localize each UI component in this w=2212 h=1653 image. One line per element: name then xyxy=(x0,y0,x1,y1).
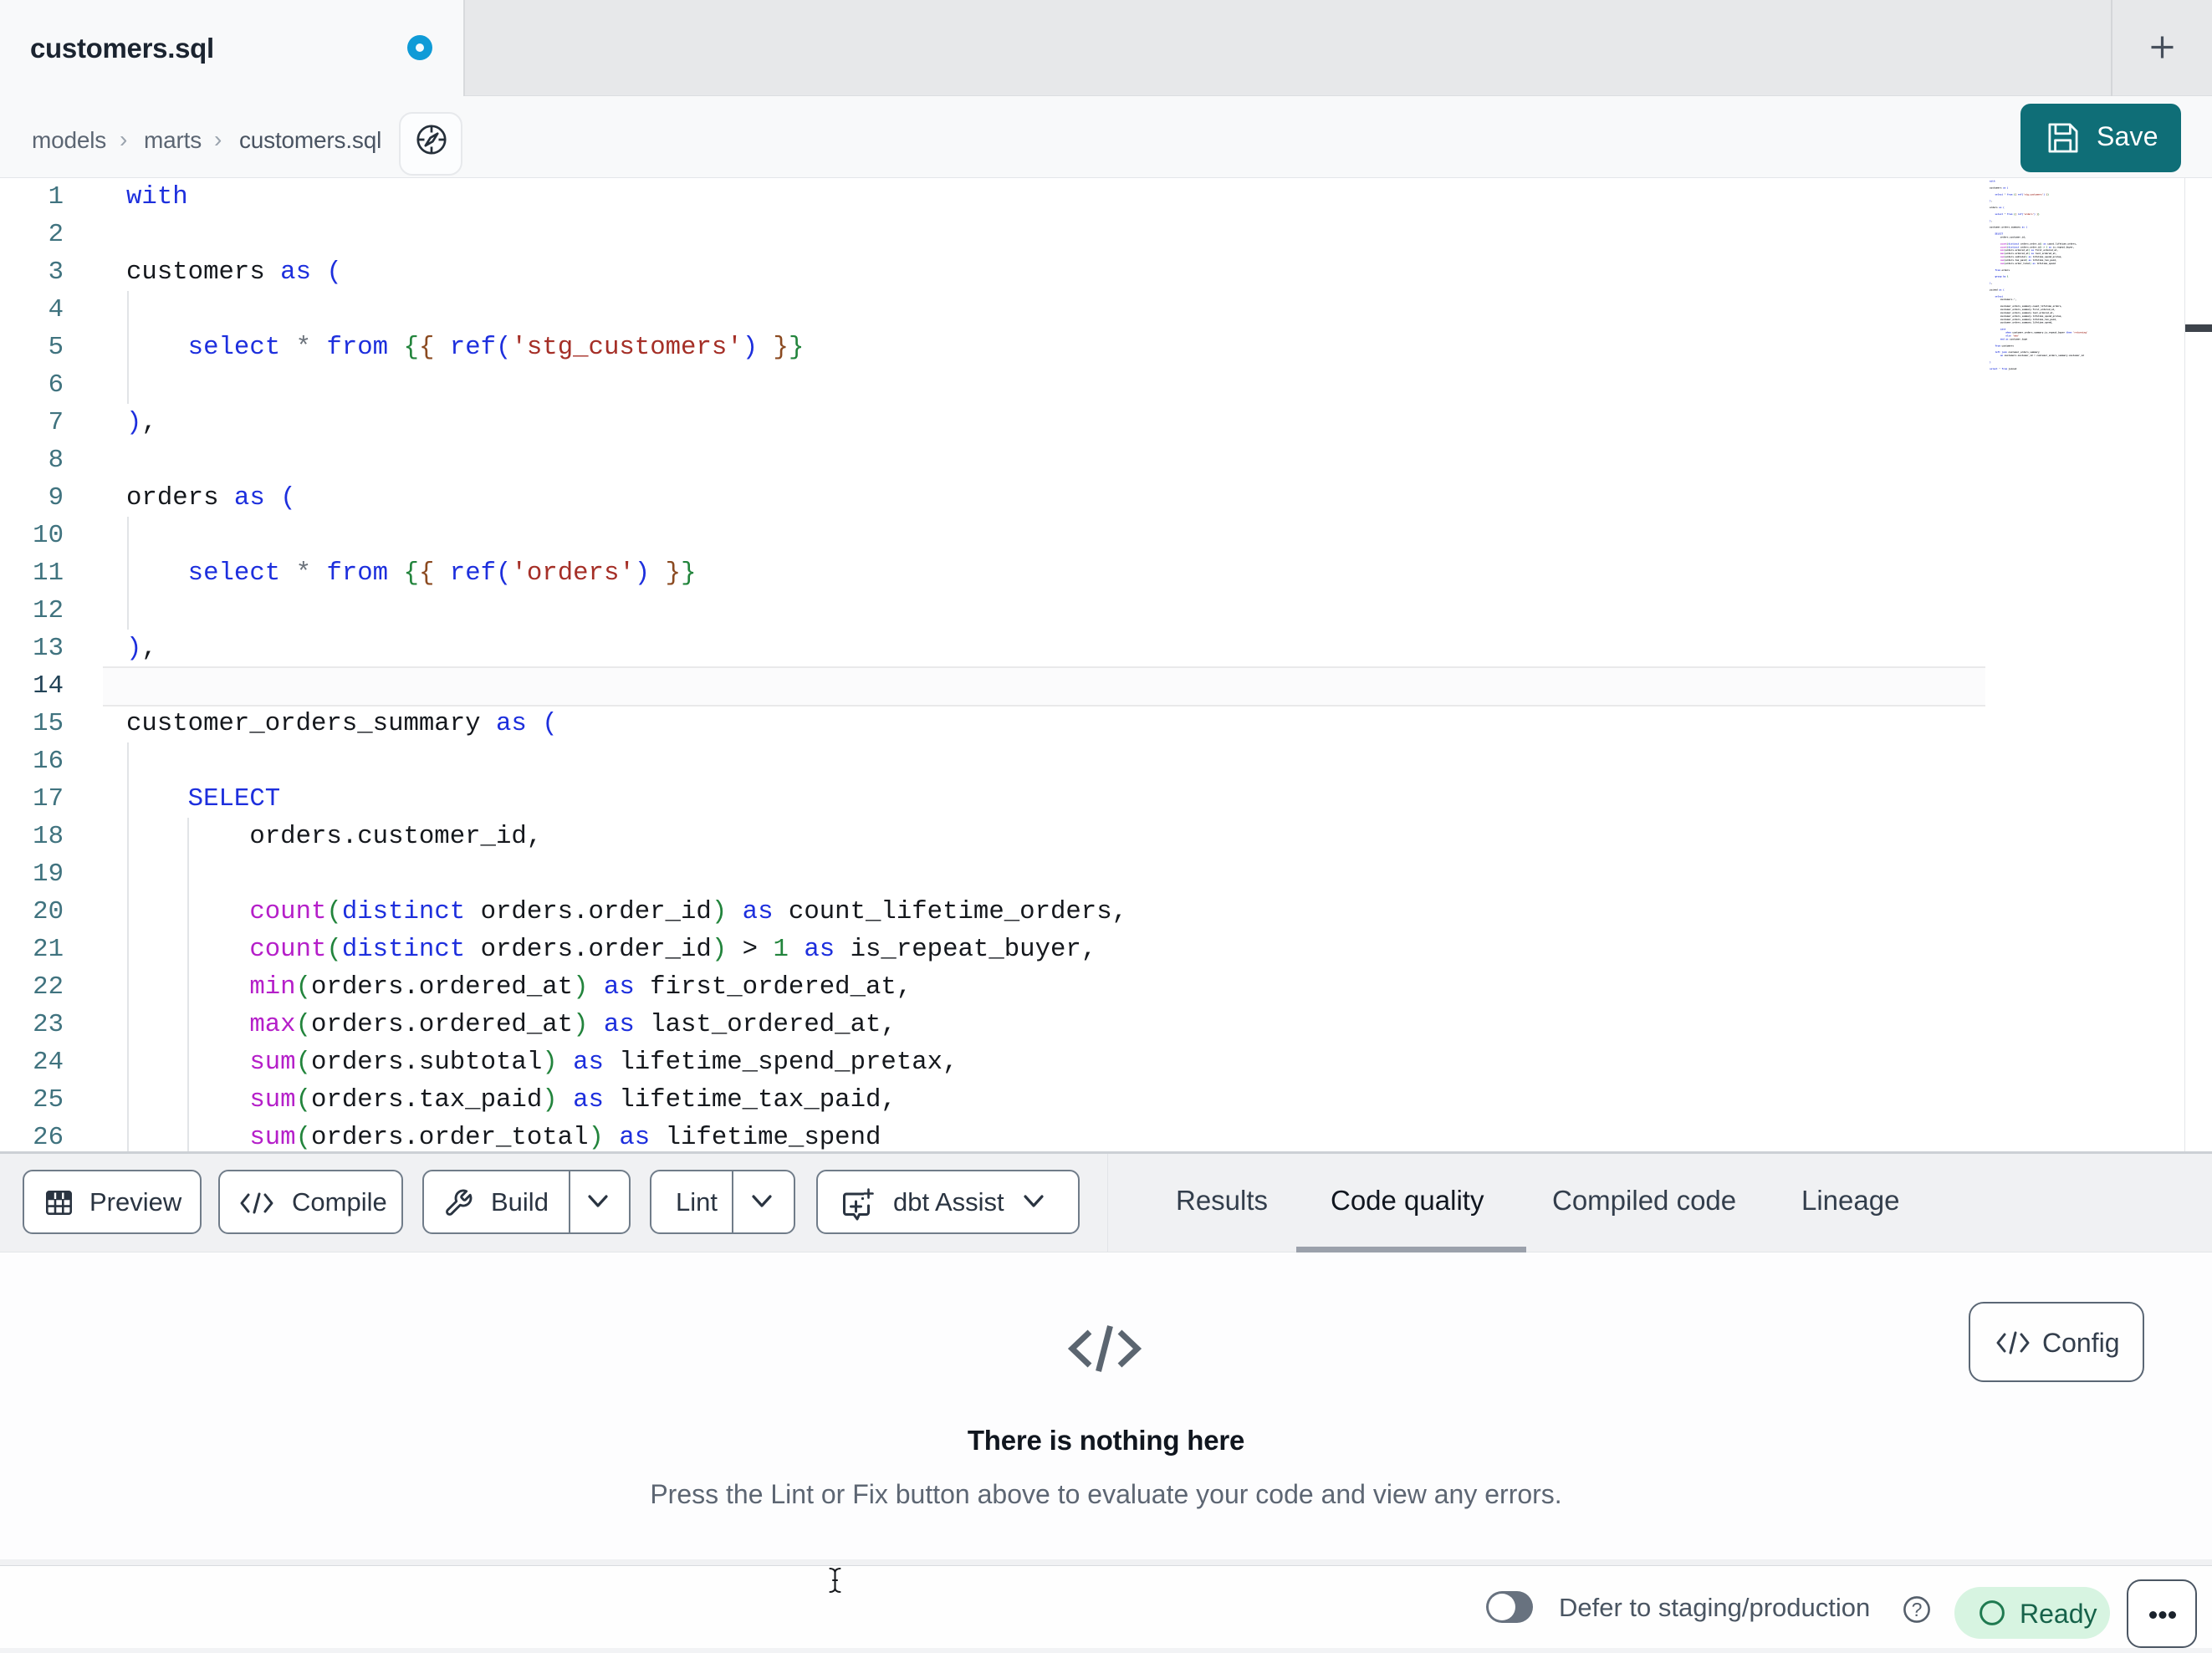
svg-text:?: ? xyxy=(1912,1599,1923,1620)
